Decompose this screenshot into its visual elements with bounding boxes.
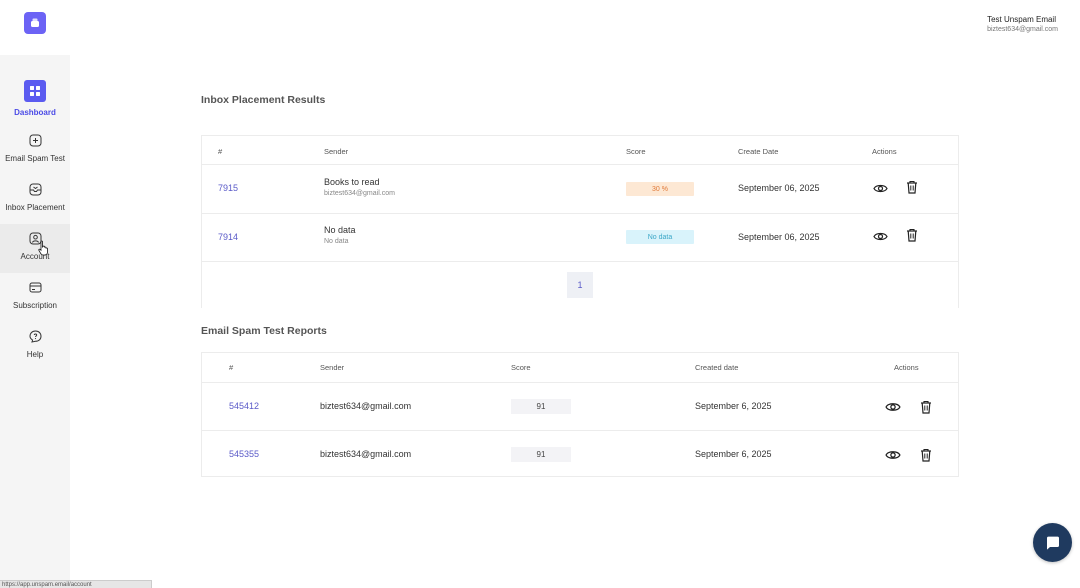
app-logo[interactable] [24,12,46,34]
score-box: 91 [511,447,571,462]
eye-icon [872,232,888,240]
spam-id-link[interactable]: 545355 [229,449,259,459]
trash-icon [907,228,917,242]
user-email: biztest634@gmail.com [987,26,1058,33]
sender-cell: No data No data [324,225,356,245]
sidebar-item-label: Dashboard [14,108,56,117]
column-header: Actions [872,147,897,156]
user-name: Test Unspam Email [987,15,1056,24]
created-date: September 6, 2025 [695,401,772,411]
hand-cursor-icon [38,240,48,256]
column-header: Created date [695,363,739,372]
sidebar-item-label: Subscription [12,301,58,310]
logo-area [0,0,70,55]
sidebar-item-dashboard[interactable]: Dashboard [0,76,70,125]
inbox-section-title: Inbox Placement Results [201,94,326,106]
trash-icon [920,448,931,462]
column-header: Actions [894,363,919,372]
sender-name: No data [324,225,356,235]
sender-email: biztest634@gmail.com [320,449,412,459]
browser-status-bar: https://app.unspam.email/account [0,580,152,588]
grid-icon [24,80,46,102]
delete-button[interactable] [904,227,920,243]
sidebar-item-subscription[interactable]: Subscription [0,273,70,322]
table-row: 545355 biztest634@gmail.com 91 September… [202,430,958,478]
table-row: 7914 No data No data No data September 0… [202,213,958,261]
column-header: Sender [324,147,349,156]
sidebar-item-inbox-placement[interactable]: Inbox Placement [0,175,70,224]
eye-icon [872,184,888,192]
spam-id-link[interactable]: 545412 [229,401,259,411]
sidebar: Dashboard Email Spam Test Inbox Placemen… [0,0,70,588]
column-header: Create Date [738,147,779,156]
view-button[interactable] [884,398,901,415]
column-header: Score [626,147,646,156]
sender-email: No data [324,238,349,245]
sidebar-item-email-spam-test[interactable]: Email Spam Test [0,126,70,175]
sidebar-item-help[interactable]: Help [0,322,70,371]
spam-section-title: Email Spam Test Reports [201,325,327,337]
sender-name: Books to read [324,177,380,187]
column-header: Score [511,363,531,372]
sender-email: biztest634@gmail.com [320,401,412,411]
inbox-icon [27,181,43,197]
delete-button[interactable] [904,179,920,195]
pagination: 1 [202,261,958,309]
create-date: September 06, 2025 [738,183,820,193]
column-header: Sender [320,363,345,372]
sender-cell: Books to read biztest634@gmail.com [324,177,395,197]
inbox-results-table: # Sender Score Create Date Actions 7915 … [201,135,959,308]
spam-reports-table: # Sender Score Created date Actions 5454… [201,352,959,477]
sidebar-item-label: Help [26,350,44,359]
delete-button[interactable] [917,446,934,463]
sender-email: biztest634@gmail.com [324,190,395,197]
plus-square-icon [27,132,43,148]
user-info[interactable]: Test Unspam Email biztest634@gmail.com [987,15,1058,33]
chat-button[interactable] [1033,523,1072,562]
inbox-id-link[interactable]: 7914 [218,232,238,242]
sidebar-item-account[interactable]: Account [0,224,70,273]
table-row: 7915 Books to read biztest634@gmail.com … [202,164,958,213]
column-header: # [229,363,234,372]
delete-button[interactable] [917,398,934,415]
inbox-id-link[interactable]: 7915 [218,183,238,193]
created-date: September 6, 2025 [695,449,772,459]
card-icon [27,279,43,295]
eye-icon [884,450,901,459]
sidebar-item-label: Email Spam Test [5,154,65,163]
trash-icon [920,400,931,414]
eye-icon [884,402,901,411]
view-button[interactable] [872,180,888,196]
page-button-1[interactable]: 1 [567,272,593,298]
create-date: September 06, 2025 [738,232,820,242]
table-row: 545412 biztest634@gmail.com 91 September… [202,382,958,430]
score-badge: No data [626,230,694,244]
help-icon [27,328,43,344]
trash-icon [907,180,917,194]
chat-icon [1046,536,1059,550]
view-button[interactable] [884,446,901,463]
score-box: 91 [511,399,571,414]
score-badge: 30 % [626,182,694,196]
logo-icon [31,18,39,27]
column-header: # [218,147,223,156]
sidebar-item-label: Inbox Placement [5,203,65,212]
view-button[interactable] [872,228,888,244]
